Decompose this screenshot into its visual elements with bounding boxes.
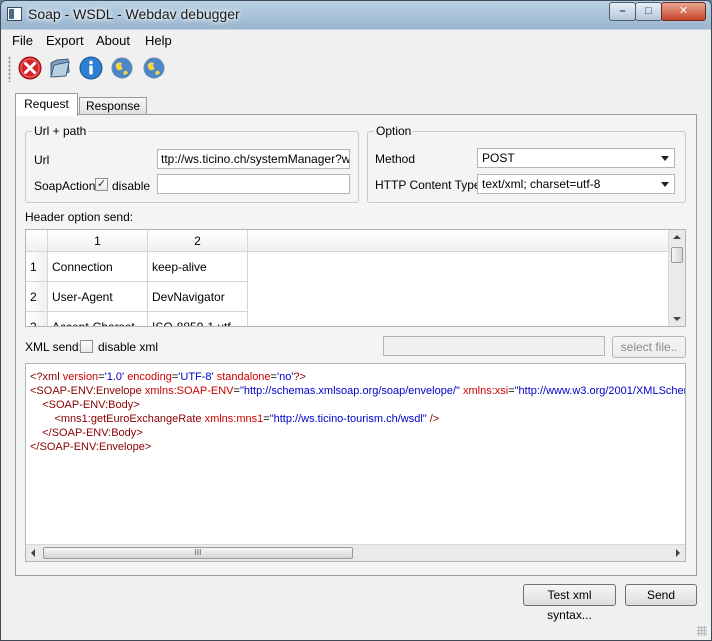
table-cell[interactable]: Accept-Charset [48,312,148,326]
scroll-left-icon[interactable] [31,549,35,557]
test-xml-syntax-button[interactable]: Test xml syntax... [523,584,616,622]
xml-line-body-open: <SOAP-ENV:Body> [42,399,140,411]
xml-line-envelope-open: <SOAP-ENV:Envelope xmlns:SOAP-ENV="http:… [30,385,686,397]
title-bar[interactable]: Soap - WSDL - Webdav debugger – □ ✕ [1,1,711,29]
method-value: POST [482,151,515,165]
select-file-button[interactable]: select file.. [612,336,686,358]
header-table: 1 2 1 Connection keep-alive 2 User-Agent… [25,229,686,327]
table-cell[interactable]: User-Agent [48,282,148,312]
main-window: Soap - WSDL - Webdav debugger – □ ✕ File… [0,0,712,641]
row-header[interactable]: 2 [26,282,48,312]
globe-icon[interactable] [110,56,136,82]
scroll-thumb[interactable]: III [43,547,353,559]
table-cell[interactable]: ISO-8859-1,utf [148,312,248,326]
tab-response[interactable]: Response [79,97,147,115]
column-header-1[interactable]: 1 [48,230,148,252]
scroll-right-icon[interactable] [676,549,680,557]
column-header-2[interactable]: 2 [148,230,248,252]
send-button[interactable]: Send [625,584,697,606]
content-type-value: text/xml; charset=utf-8 [482,177,601,191]
close-window-button[interactable]: ✕ [661,2,706,21]
xml-line-envelope-close: </SOAP-ENV:Envelope> [30,441,152,453]
table-cell[interactable]: keep-alive [148,252,248,282]
soapaction-disable-label: disable [112,179,151,193]
toolbar [2,51,711,87]
option-group-title: Option [374,124,414,138]
close-red-icon[interactable] [18,56,44,82]
chevron-down-icon [661,156,669,161]
row-header[interactable]: 1 [26,252,48,282]
info-icon[interactable] [79,56,105,82]
resize-grip[interactable] [697,626,707,636]
menu-about[interactable]: About [96,33,130,48]
soapaction-input[interactable] [157,174,350,194]
table-cell[interactable]: Connection [48,252,148,282]
menu-file[interactable]: File [12,33,33,48]
menu-bar: File Export About Help [2,30,711,50]
content-type-label: HTTP Content Type: [375,178,484,192]
table-vertical-scrollbar[interactable] [668,230,685,326]
window-title: Soap - WSDL - Webdav debugger [28,6,240,22]
table-cell[interactable]: DevNavigator [148,282,248,312]
url-group-title: Url + path [32,124,89,138]
xml-editor[interactable]: <?xml version='1.0' encoding='UTF-8' sta… [25,363,686,562]
globe-icon[interactable] [142,56,168,82]
menu-export[interactable]: Export [46,33,84,48]
menu-help[interactable]: Help [145,33,172,48]
maximize-button[interactable]: □ [635,2,662,21]
xml-line-body-close: </SOAP-ENV:Body> [42,427,143,439]
soapaction-label: SoapAction [34,179,96,193]
method-label: Method [375,152,416,166]
disable-xml-label: disable xml [98,340,159,354]
app-icon [7,7,22,21]
url-label: Url [34,153,50,167]
xml-send-label: XML send: [25,340,82,354]
table-corner[interactable] [26,230,48,252]
toolbar-grip[interactable] [8,56,11,82]
row-header[interactable]: 3 [26,312,48,326]
method-select[interactable]: POST [477,148,675,168]
open-folder-icon[interactable] [48,56,74,82]
content-type-select[interactable]: text/xml; charset=utf-8 [477,174,675,194]
column-header-filler [248,230,670,252]
xml-file-path-input[interactable] [383,336,605,356]
disable-xml-checkbox[interactable] [80,340,93,353]
scroll-thumb[interactable] [671,247,683,263]
chevron-down-icon [661,182,669,187]
xml-line-declaration: <?xml version='1.0' encoding='UTF-8' sta… [30,371,306,383]
tab-request[interactable]: Request [15,93,78,116]
xml-horizontal-scrollbar[interactable]: III [26,544,685,561]
url-input[interactable]: ttp://ws.ticino.ch/systemManager?wsdl [157,149,350,169]
xml-line-method: <mns1:getEuroExchangeRate xmlns:mns1="ht… [54,413,440,425]
scroll-down-icon[interactable] [673,317,681,321]
header-table-title: Header option send: [25,210,134,224]
minimize-button[interactable]: – [609,2,636,21]
scroll-up-icon[interactable] [673,235,681,239]
soapaction-disable-checkbox[interactable]: ✓ [95,178,108,191]
